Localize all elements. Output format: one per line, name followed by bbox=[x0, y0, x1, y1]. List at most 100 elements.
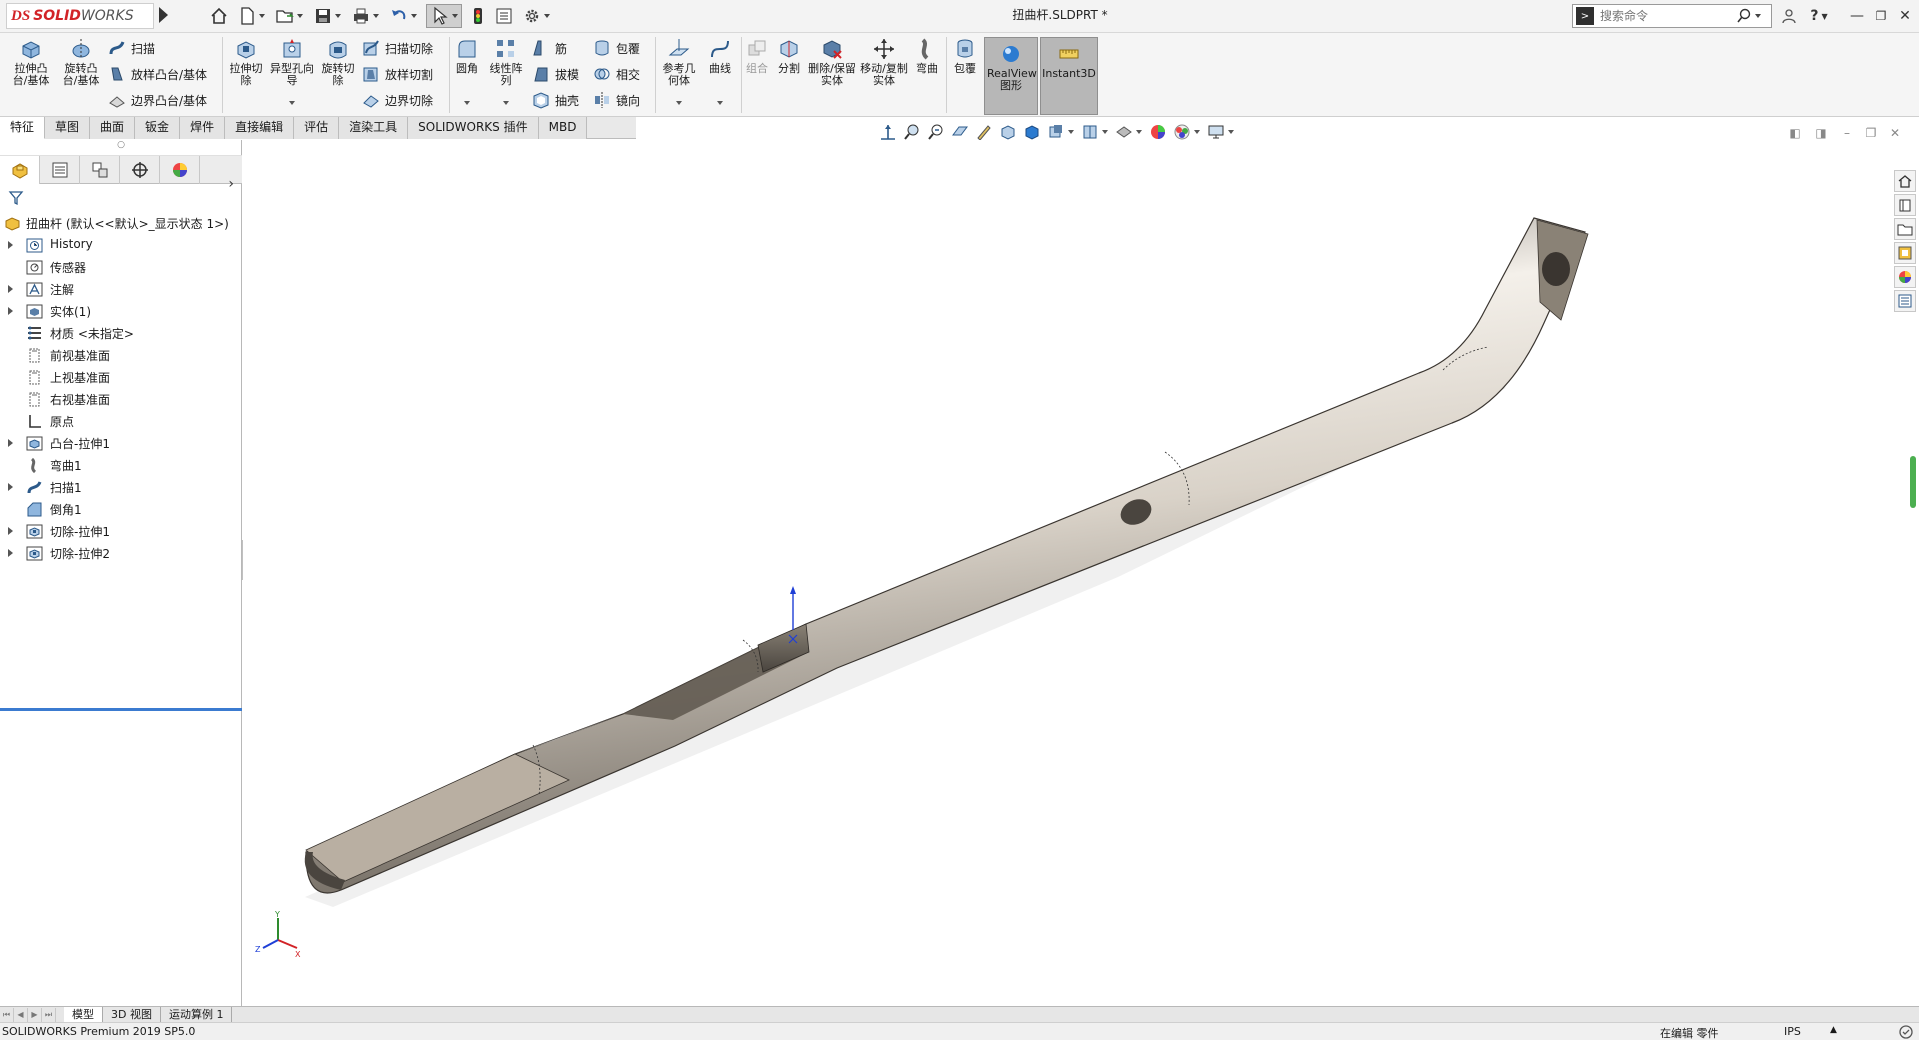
search-input[interactable] bbox=[1594, 6, 1734, 26]
tree-item-annotations[interactable]: 注解 bbox=[0, 278, 242, 300]
tree-item-history[interactable]: History bbox=[0, 234, 242, 256]
view-palette-tab[interactable] bbox=[1894, 242, 1916, 264]
tab-surfaces[interactable]: 曲面 bbox=[90, 117, 136, 139]
select-button[interactable] bbox=[426, 4, 462, 28]
unit-system-dropdown-icon[interactable]: ▲ bbox=[1830, 1025, 1837, 1035]
tree-item-cut-extrude2[interactable]: 切除-拉伸2 bbox=[0, 542, 242, 564]
fillet-dropdown-icon[interactable] bbox=[464, 101, 470, 105]
print-button[interactable] bbox=[348, 4, 382, 28]
rib-button[interactable]: 筋 bbox=[532, 37, 567, 59]
mirror-button[interactable]: 镜向 bbox=[593, 89, 640, 111]
wrap-button[interactable]: 包覆 bbox=[593, 37, 640, 59]
realview-graphics-button[interactable]: RealView图形 bbox=[984, 37, 1038, 115]
move-copy-body-button[interactable]: 移动/复制实体 bbox=[860, 37, 908, 87]
user-account-button[interactable] bbox=[1778, 5, 1800, 27]
graphics-area[interactable]: Y X Z bbox=[243, 140, 1893, 1006]
feature-manager-tab[interactable] bbox=[0, 156, 40, 184]
tree-item-sweep1[interactable]: 扫描1 bbox=[0, 476, 242, 498]
tree-item-cut-extrude1[interactable]: 切除-拉伸1 bbox=[0, 520, 242, 542]
tree-item-chamfer1[interactable]: 倒角1 bbox=[0, 498, 242, 520]
revolve-cut-button[interactable]: 旋转切除 bbox=[318, 37, 358, 87]
design-library-tab[interactable] bbox=[1894, 194, 1916, 216]
tab-solidworks-addins[interactable]: SOLIDWORKS 插件 bbox=[408, 117, 539, 139]
solidworks-logo[interactable]: DS SOLIDWORKS bbox=[6, 3, 154, 29]
boundary-boss-button[interactable]: 边界凸台/基体 bbox=[108, 89, 207, 111]
filter-icon[interactable] bbox=[8, 190, 24, 206]
options-button[interactable] bbox=[518, 4, 554, 28]
wrap-large-button[interactable]: 包覆 bbox=[950, 37, 980, 75]
tab-sketch[interactable]: 草图 bbox=[45, 117, 91, 139]
revolve-boss-button[interactable]: 旋转凸台/基体 bbox=[58, 37, 104, 87]
custom-properties-tab[interactable] bbox=[1894, 290, 1916, 312]
tree-item-flex1[interactable]: 弯曲1 bbox=[0, 454, 242, 476]
intersect-button[interactable]: 相交 bbox=[593, 63, 640, 85]
tab-direct-editing[interactable]: 直接编辑 bbox=[225, 117, 295, 139]
tree-item-right-plane[interactable]: 右视基准面 bbox=[0, 388, 242, 410]
curves-button[interactable]: 曲线 bbox=[702, 37, 738, 75]
property-manager-tab[interactable] bbox=[40, 156, 80, 184]
tree-item-origin[interactable]: 原点 bbox=[0, 410, 242, 432]
swept-cut-button[interactable]: 扫描切除 bbox=[362, 37, 433, 59]
sweep-button[interactable]: 扫描 bbox=[108, 37, 155, 59]
shell-button[interactable]: 抽壳 bbox=[532, 89, 579, 111]
tree-item-sensors[interactable]: 传感器 bbox=[0, 256, 242, 278]
search-box[interactable]: > bbox=[1572, 4, 1772, 28]
prev-tab-arrow-icon[interactable]: ◀ bbox=[14, 1007, 28, 1022]
scroll-indicator[interactable] bbox=[1910, 456, 1916, 508]
tab-sheet-metal[interactable]: 钣金 bbox=[135, 117, 181, 139]
boundary-cut-button[interactable]: 边界切除 bbox=[362, 89, 433, 111]
linear-pattern-dropdown-icon[interactable] bbox=[503, 101, 509, 105]
rebuild-button[interactable] bbox=[468, 4, 488, 28]
draft-button[interactable]: 拔模 bbox=[532, 63, 579, 85]
expand-arrow-icon[interactable] bbox=[8, 439, 13, 447]
search-icon[interactable] bbox=[1736, 8, 1752, 24]
hole-wizard-dropdown-icon[interactable] bbox=[289, 101, 295, 105]
flex-button[interactable]: 弯曲 bbox=[912, 37, 942, 75]
display-manager-tab[interactable] bbox=[160, 156, 200, 184]
reference-geometry-button[interactable]: 参考几何体 bbox=[660, 37, 698, 87]
expand-arrow-icon[interactable] bbox=[8, 549, 13, 557]
expand-arrow-icon[interactable] bbox=[8, 285, 13, 293]
extrude-boss-button[interactable]: 拉伸凸台/基体 bbox=[8, 37, 54, 87]
fillet-button[interactable]: 圆角 bbox=[452, 37, 482, 75]
unit-system[interactable]: IPS bbox=[1784, 1025, 1801, 1038]
instant3d-button[interactable]: Instant3D bbox=[1040, 37, 1098, 115]
appearances-scenes-tab[interactable] bbox=[1894, 266, 1916, 288]
curves-dropdown-icon[interactable] bbox=[717, 101, 723, 105]
loft-boss-button[interactable]: 放样凸台/基体 bbox=[108, 63, 207, 85]
dimxpert-manager-tab[interactable] bbox=[120, 156, 160, 184]
configuration-manager-tab[interactable] bbox=[80, 156, 120, 184]
expand-arrow-icon[interactable] bbox=[8, 241, 13, 249]
restore-button[interactable]: ❐ bbox=[1870, 5, 1892, 27]
tab-weldments[interactable]: 焊件 bbox=[180, 117, 226, 139]
first-tab-arrow-icon[interactable]: ⏮ bbox=[0, 1007, 14, 1022]
save-button[interactable] bbox=[310, 4, 344, 28]
menu-expand-arrow-icon[interactable] bbox=[159, 7, 168, 23]
help-button[interactable]: ? ▼ bbox=[1804, 5, 1834, 27]
extrude-cut-button[interactable]: 拉伸切除 bbox=[226, 37, 266, 87]
home-button[interactable] bbox=[206, 4, 232, 28]
new-document-button[interactable] bbox=[234, 4, 268, 28]
tab-model[interactable]: 模型 bbox=[64, 1006, 103, 1023]
split-button[interactable]: 分割 bbox=[774, 37, 804, 75]
combine-button[interactable]: 组合 bbox=[744, 37, 770, 75]
lofted-cut-button[interactable]: 放样切割 bbox=[362, 63, 433, 85]
notification-icon[interactable] bbox=[1898, 1024, 1914, 1040]
tree-item-boss-extrude1[interactable]: 凸台-拉伸1 bbox=[0, 432, 242, 454]
file-explorer-tab[interactable] bbox=[1894, 218, 1916, 240]
undo-button[interactable] bbox=[386, 4, 420, 28]
solidworks-resources-tab[interactable] bbox=[1894, 170, 1916, 192]
tab-features[interactable]: 特征 bbox=[0, 117, 46, 139]
tab-render-tools[interactable]: 渲染工具 bbox=[339, 117, 409, 139]
minimize-button[interactable]: — bbox=[1846, 5, 1868, 27]
expand-arrow-icon[interactable] bbox=[8, 527, 13, 535]
linear-pattern-button[interactable]: 线性阵列 bbox=[486, 37, 526, 87]
expand-arrow-icon[interactable] bbox=[8, 483, 13, 491]
close-button[interactable]: ✕ bbox=[1894, 5, 1916, 27]
tree-item-material[interactable]: 材质 <未指定> bbox=[0, 322, 242, 344]
tab-mbd[interactable]: MBD bbox=[538, 117, 588, 139]
next-tab-arrow-icon[interactable]: ▶ bbox=[28, 1007, 42, 1022]
last-tab-arrow-icon[interactable]: ⏭ bbox=[42, 1007, 56, 1022]
tree-item-front-plane[interactable]: 前视基准面 bbox=[0, 344, 242, 366]
tab-3d-views[interactable]: 3D 视图 bbox=[103, 1006, 161, 1023]
